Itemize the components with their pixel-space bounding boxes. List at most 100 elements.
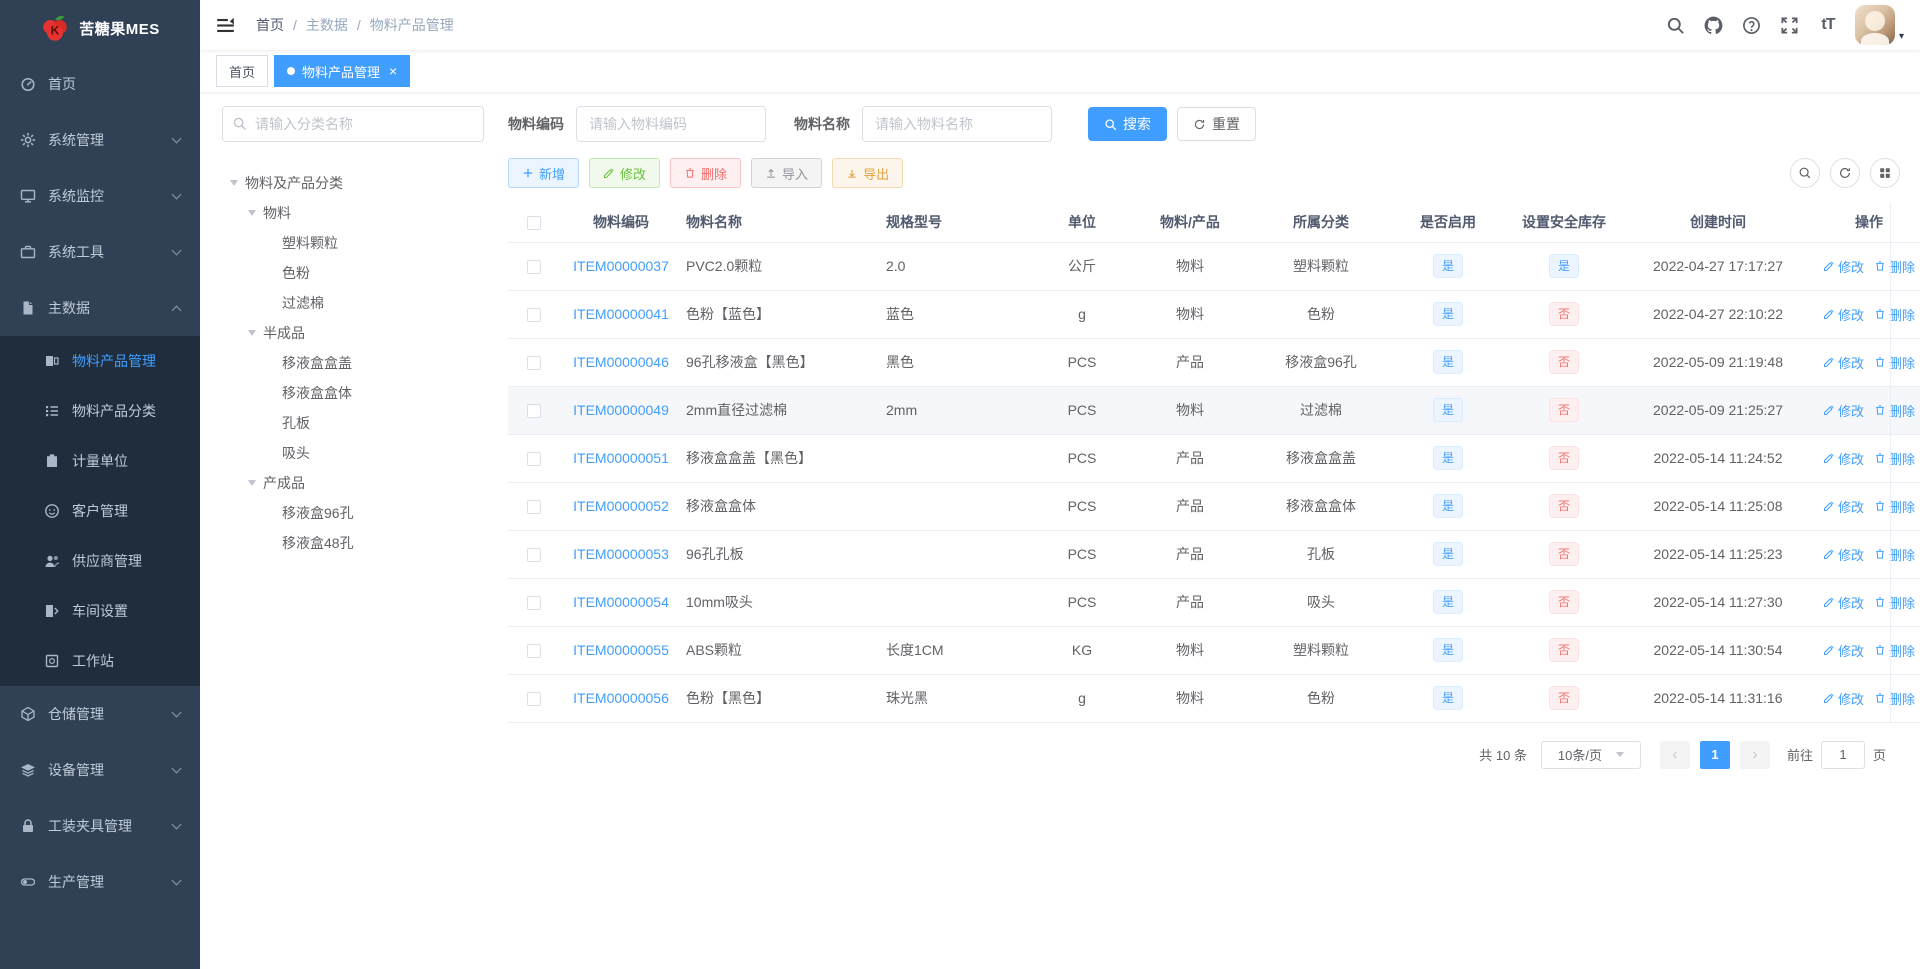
row-checkbox[interactable] bbox=[527, 644, 541, 659]
item-code-link[interactable]: ITEM00000052 bbox=[573, 498, 669, 514]
page-number-1[interactable]: 1 bbox=[1699, 740, 1730, 769]
tree-node[interactable]: 物料 bbox=[222, 198, 484, 228]
search-icon[interactable] bbox=[1657, 0, 1695, 50]
reset-button[interactable]: 重置 bbox=[1177, 107, 1256, 141]
row-edit-link[interactable]: 修改 bbox=[1823, 353, 1864, 372]
tab-item-product-management[interactable]: 物料产品管理 × bbox=[274, 55, 411, 87]
tree-node[interactable]: 产成品 bbox=[222, 468, 484, 498]
fullscreen-icon[interactable] bbox=[1771, 0, 1809, 50]
row-edit-link[interactable]: 修改 bbox=[1823, 401, 1864, 420]
item-code-link[interactable]: ITEM00000046 bbox=[573, 354, 669, 370]
font-size-icon[interactable]: tT bbox=[1809, 0, 1847, 50]
row-delete-link[interactable]: 删除 bbox=[1874, 497, 1915, 516]
breadcrumb-home[interactable]: 首页 bbox=[256, 15, 284, 35]
search-button[interactable]: 搜索 bbox=[1088, 107, 1167, 141]
page-size-select[interactable]: 10条/页 bbox=[1540, 740, 1641, 769]
tree-node[interactable]: 半成品 bbox=[222, 318, 484, 348]
item-code-link[interactable]: ITEM00000053 bbox=[573, 546, 669, 562]
tab-home[interactable]: 首页 bbox=[216, 55, 269, 87]
close-icon[interactable]: × bbox=[389, 64, 397, 78]
sidebar-item-measure-unit[interactable]: 计量单位 bbox=[0, 436, 200, 486]
delete-button[interactable]: 删除 bbox=[670, 158, 742, 188]
row-checkbox[interactable] bbox=[527, 452, 541, 467]
item-code-input[interactable] bbox=[576, 106, 766, 142]
row-edit-link[interactable]: 修改 bbox=[1823, 305, 1864, 324]
sidebar-item-system-monitor[interactable]: 系统监控 bbox=[0, 168, 200, 224]
sidebar-item-system-tools[interactable]: 系统工具 bbox=[0, 224, 200, 280]
row-checkbox[interactable] bbox=[527, 404, 541, 419]
row-delete-link[interactable]: 删除 bbox=[1874, 449, 1915, 468]
row-checkbox[interactable] bbox=[527, 500, 541, 515]
row-checkbox[interactable] bbox=[527, 260, 541, 275]
row-edit-link[interactable]: 修改 bbox=[1823, 449, 1864, 468]
sidebar-item-system-management[interactable]: 系统管理 bbox=[0, 112, 200, 168]
github-icon[interactable] bbox=[1695, 0, 1733, 50]
row-edit-link[interactable]: 修改 bbox=[1823, 689, 1864, 708]
columns-toggle-button[interactable] bbox=[1870, 158, 1900, 188]
row-checkbox[interactable] bbox=[527, 356, 541, 371]
show-search-button[interactable] bbox=[1790, 158, 1820, 188]
user-avatar[interactable] bbox=[1854, 5, 1895, 45]
row-edit-link[interactable]: 修改 bbox=[1823, 497, 1864, 516]
select-all-checkbox[interactable] bbox=[527, 215, 541, 230]
row-edit-link[interactable]: 修改 bbox=[1823, 641, 1864, 660]
row-edit-link[interactable]: 修改 bbox=[1823, 593, 1864, 612]
tree-node[interactable]: 过滤棉 bbox=[222, 288, 484, 318]
row-delete-link[interactable]: 删除 bbox=[1874, 689, 1915, 708]
row-edit-link[interactable]: 修改 bbox=[1823, 257, 1864, 276]
row-edit-link[interactable]: 修改 bbox=[1823, 545, 1864, 564]
row-checkbox[interactable] bbox=[527, 596, 541, 611]
row-delete-link[interactable]: 删除 bbox=[1874, 305, 1915, 324]
import-button[interactable]: 导入 bbox=[751, 158, 823, 188]
sidebar-item-master-data[interactable]: 主数据 bbox=[0, 280, 200, 336]
next-page-button[interactable]: › bbox=[1739, 740, 1770, 769]
row-delete-link[interactable]: 删除 bbox=[1874, 401, 1915, 420]
item-code-link[interactable]: ITEM00000055 bbox=[573, 642, 669, 658]
tree-node[interactable]: 孔板 bbox=[222, 408, 484, 438]
tree-node[interactable]: 移液盒盒盖 bbox=[222, 348, 484, 378]
sidebar-item-home[interactable]: 首页 bbox=[0, 56, 200, 112]
tree-node[interactable]: 吸头 bbox=[222, 438, 484, 468]
caret-down-icon[interactable] bbox=[230, 180, 238, 186]
sidebar-item-equipment-management[interactable]: 设备管理 bbox=[0, 742, 200, 798]
row-checkbox[interactable] bbox=[527, 548, 541, 563]
item-name-input[interactable] bbox=[862, 106, 1052, 142]
add-button[interactable]: 新增 bbox=[508, 158, 580, 188]
sidebar-item-warehouse-management[interactable]: 仓储管理 bbox=[0, 686, 200, 742]
sidebar-item-item-product-management[interactable]: 物料产品管理 bbox=[0, 336, 200, 386]
refresh-button[interactable] bbox=[1830, 158, 1860, 188]
help-icon[interactable] bbox=[1733, 0, 1771, 50]
item-code-link[interactable]: ITEM00000056 bbox=[573, 690, 669, 706]
sidebar-item-tooling-fixture-management[interactable]: 工装夹具管理 bbox=[0, 798, 200, 854]
category-search-input[interactable] bbox=[222, 106, 484, 142]
item-code-link[interactable]: ITEM00000054 bbox=[573, 594, 669, 610]
sidebar-item-workshop-settings[interactable]: 车间设置 bbox=[0, 586, 200, 636]
sidebar-item-item-product-category[interactable]: 物料产品分类 bbox=[0, 386, 200, 436]
tree-node[interactable]: 物料及产品分类 bbox=[222, 168, 484, 198]
row-delete-link[interactable]: 删除 bbox=[1874, 257, 1915, 276]
tree-node[interactable]: 移液盒盒体 bbox=[222, 378, 484, 408]
tree-node[interactable]: 移液盒48孔 bbox=[222, 528, 484, 558]
row-checkbox[interactable] bbox=[527, 308, 541, 323]
caret-down-icon[interactable] bbox=[248, 480, 256, 486]
row-delete-link[interactable]: 删除 bbox=[1874, 545, 1915, 564]
row-delete-link[interactable]: 删除 bbox=[1874, 593, 1915, 612]
app-logo[interactable]: K 苦糖果MES bbox=[0, 0, 200, 56]
edit-button[interactable]: 修改 bbox=[589, 158, 661, 188]
sidebar-item-supplier-management[interactable]: 供应商管理 bbox=[0, 536, 200, 586]
item-code-link[interactable]: ITEM00000041 bbox=[573, 306, 669, 322]
item-code-link[interactable]: ITEM00000037 bbox=[573, 258, 669, 274]
caret-down-icon[interactable] bbox=[248, 330, 256, 336]
goto-page-input[interactable] bbox=[1820, 740, 1865, 769]
caret-down-icon[interactable] bbox=[248, 210, 256, 216]
sidebar-item-production-management[interactable]: 生产管理 bbox=[0, 854, 200, 910]
avatar-dropdown-caret-icon[interactable]: ▾ bbox=[1899, 31, 1904, 42]
tree-node[interactable]: 色粉 bbox=[222, 258, 484, 288]
row-delete-link[interactable]: 删除 bbox=[1874, 353, 1915, 372]
tree-node[interactable]: 移液盒96孔 bbox=[222, 498, 484, 528]
sidebar-item-workstation[interactable]: 工作站 bbox=[0, 636, 200, 686]
item-code-link[interactable]: ITEM00000051 bbox=[573, 450, 669, 466]
sidebar-item-customer-management[interactable]: 客户管理 bbox=[0, 486, 200, 536]
tree-node[interactable]: 塑料颗粒 bbox=[222, 228, 484, 258]
sidebar-collapse-icon[interactable] bbox=[200, 0, 250, 50]
